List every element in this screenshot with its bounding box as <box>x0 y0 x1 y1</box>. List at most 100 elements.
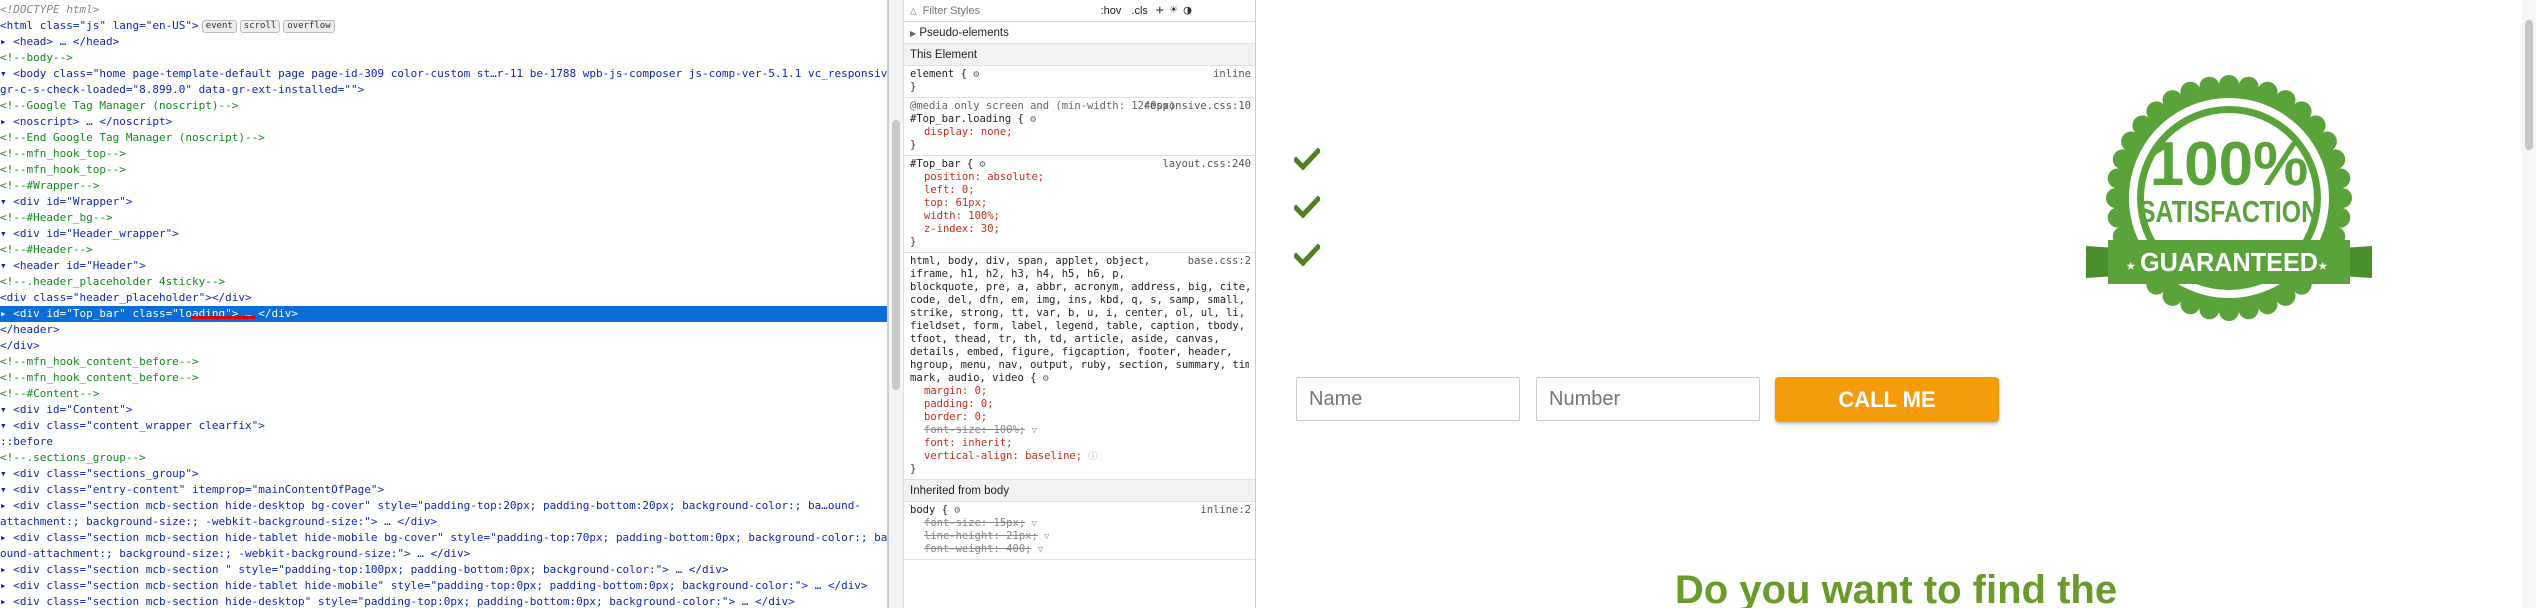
dom-line[interactable]: ▸ <div class="section mcb-section hide-d… <box>0 594 887 608</box>
declaration[interactable]: display: none; <box>910 126 1249 139</box>
dom-line-doctype[interactable]: <!DOCTYPE html> <box>0 2 887 18</box>
dom-line[interactable]: ▸ <div class="section mcb-section " styl… <box>0 562 887 578</box>
declaration[interactable]: width: 100%; <box>910 210 1249 223</box>
declaration[interactable]: font: inherit; <box>910 437 1249 450</box>
declaration[interactable]: left: 0; <box>910 184 1249 197</box>
gear-icon[interactable]: ⚙ <box>980 159 986 170</box>
dom-line[interactable]: <div class="header_placeholder"></div> <box>0 290 887 306</box>
pseudo-elements-header[interactable]: ▶ Pseudo-elements <box>904 22 1255 44</box>
rule-close: } <box>910 463 917 475</box>
light-mode-icon[interactable]: ☀ <box>1170 3 1178 18</box>
overridden-declaration[interactable]: font-size: 15px; <box>924 517 1025 529</box>
dom-line[interactable]: ▾ <div class="sections_group"> <box>0 466 887 482</box>
dom-line[interactable]: <!--#Header--> <box>0 242 887 258</box>
overridden-declaration[interactable]: font-weight: 400; <box>924 543 1031 555</box>
number-input[interactable] <box>1536 377 1760 421</box>
dom-line[interactable]: ▸ <div class="section mcb-section hide-t… <box>0 578 887 594</box>
declaration[interactable]: border: 0; <box>910 411 1249 424</box>
gear-icon[interactable]: ⚙ <box>973 69 979 80</box>
dom-line[interactable]: <!--mfn_hook_top--> <box>0 146 887 162</box>
dom-line[interactable]: ▾ <div id="Header_wrapper"> <box>0 226 887 242</box>
web-page-viewport: 100% SATISFACTION GUARANTEED ★ ★ CALL ME… <box>1256 0 2536 608</box>
declaration[interactable]: margin: 0; <box>910 385 1249 398</box>
declaration[interactable]: padding: 0; <box>910 398 1249 411</box>
dom-line[interactable]: <!--#Content--> <box>0 386 887 402</box>
dom-line[interactable]: <!--#Wrapper--> <box>0 178 887 194</box>
dom-line[interactable]: attachment:; background-size:; -webkit-b… <box>0 514 887 530</box>
this-element-label: This Element <box>910 49 978 61</box>
rule-selector-line: code, del, dfn, em, img, ins, kbd, q, s,… <box>910 294 1246 306</box>
declaration[interactable]: vertical-align: baseline; <box>924 450 1082 462</box>
dom-text: ▾ <div id="Header_wrapper"> <box>0 227 179 240</box>
rule-body-inline[interactable]: inline:2 body { ⚙ font-size: 15px; ▽ lin… <box>904 502 1255 560</box>
rule-source[interactable]: inline <box>1213 68 1251 80</box>
rule-base-reset[interactable]: base.css:2 html, body, div, span, applet… <box>904 253 1255 480</box>
filter-styles-input[interactable] <box>922 4 1093 17</box>
overflow-badge[interactable]: overflow <box>283 19 335 33</box>
gear-icon[interactable]: ⚙ <box>954 505 960 516</box>
dom-line[interactable]: <!--Google Tag Manager (noscript)--> <box>0 98 887 114</box>
dom-line[interactable]: <!--.sections_group--> <box>0 450 887 466</box>
dom-text: <!--Google Tag Manager (noscript)--> <box>0 99 239 112</box>
dom-line[interactable]: </div> <box>0 338 887 354</box>
add-rule-button[interactable]: + <box>1156 3 1164 18</box>
dom-line[interactable]: gr-c-s-check-loaded="8.899.0" data-gr-ex… <box>0 82 887 98</box>
dom-line[interactable]: ▸ <div class="section mcb-section hide-t… <box>0 530 888 546</box>
dom-text: <!--.sections_group--> <box>0 451 146 464</box>
dom-line[interactable]: ▾ <div id="Wrapper"> <box>0 194 887 210</box>
dom-line[interactable]: <!--.header_placeholder 4sticky--> <box>0 274 887 290</box>
event-badge[interactable]: event <box>201 19 237 33</box>
filter-icon[interactable]: ▽ <box>1031 426 1036 436</box>
dom-line[interactable]: ound-attachment:; background-size:; -web… <box>0 546 887 562</box>
dom-line-selected-top-bar[interactable]: ▸ <div id="Top_bar" class="loading"> … <… <box>0 306 887 322</box>
call-me-button[interactable]: CALL ME <box>1775 377 1999 422</box>
rule-source[interactable]: inline:2 <box>1200 504 1251 516</box>
page-scroll-thumb[interactable] <box>2525 20 2533 150</box>
splitter-scroll-thumb[interactable] <box>892 120 900 390</box>
scroll-badge[interactable]: scroll <box>239 19 281 33</box>
dom-line[interactable]: ▸ <div class="section mcb-section hide-d… <box>0 498 887 514</box>
dom-tree-panel[interactable]: <!DOCTYPE html> <html class="js" lang="e… <box>0 0 888 608</box>
page-scrollbar[interactable] <box>2522 0 2536 608</box>
rule-close: } <box>910 81 917 93</box>
declaration[interactable]: z-index: 30; <box>910 223 1249 236</box>
dom-line[interactable]: ▾ <div class="content_wrapper clearfix"> <box>0 418 887 434</box>
dom-line[interactable]: </header> <box>0 322 887 338</box>
rule-top-bar-loading[interactable]: responsive.css:10 @media only screen and… <box>904 98 1255 156</box>
dom-line[interactable]: <!--body--> <box>0 50 887 66</box>
dom-line[interactable]: <!--End Google Tag Manager (noscript)--> <box>0 130 887 146</box>
filter-icon[interactable]: ▽ <box>1038 545 1043 555</box>
dom-line[interactable]: <!--#Header_bg--> <box>0 210 887 226</box>
name-input[interactable] <box>1296 377 1520 421</box>
dom-line-html[interactable]: <html class="js" lang="en-US"> event scrol… <box>0 18 887 34</box>
dom-line[interactable]: <!--mfn_hook_top--> <box>0 162 887 178</box>
rule-top-bar[interactable]: layout.css:240 #Top_bar { ⚙ position: ab… <box>904 156 1255 253</box>
declaration[interactable]: position: absolute; <box>910 171 1249 184</box>
dom-line[interactable]: ▾ <div class="entry-content" itemprop="m… <box>0 482 887 498</box>
filter-icon[interactable]: ▽ <box>1031 519 1036 529</box>
dom-line[interactable]: ▸ <head> … </head> <box>0 34 887 50</box>
rule-source[interactable]: layout.css:240 <box>1162 158 1251 170</box>
filter-icon[interactable]: ▽ <box>1044 532 1049 542</box>
dom-line[interactable]: <!--mfn_hook_content_before--> <box>0 354 887 370</box>
rule-element[interactable]: inline element { ⚙ } <box>904 66 1255 98</box>
hov-button[interactable]: :hov <box>1099 5 1124 17</box>
panel-splitter[interactable] <box>888 0 904 608</box>
rule-source[interactable]: responsive.css:10 <box>1144 100 1251 112</box>
rule-source[interactable]: base.css:2 <box>1188 255 1251 267</box>
overridden-declaration[interactable]: line-height: 21px; <box>924 530 1038 542</box>
dark-mode-icon[interactable]: ◑ <box>1184 3 1192 18</box>
dom-line[interactable]: ▾ <header id="Header"> <box>0 258 887 274</box>
declaration[interactable]: top: 61px; <box>910 197 1249 210</box>
dom-text: ▸ <div class="section mcb-section hide-t… <box>0 531 888 544</box>
dom-line-body[interactable]: ▾ <body class="home page-template-defaul… <box>0 66 887 82</box>
cls-button[interactable]: .cls <box>1129 5 1150 17</box>
gear-icon[interactable]: ⚙ <box>1043 373 1049 384</box>
info-icon[interactable]: ⓘ <box>1088 452 1097 462</box>
dom-line[interactable]: ::before <box>0 434 887 450</box>
dom-line[interactable]: ▸ <noscript> … </noscript> <box>0 114 887 130</box>
gear-icon[interactable]: ⚙ <box>1030 114 1036 125</box>
dom-line[interactable]: <!--mfn_hook_content_before--> <box>0 370 887 386</box>
overridden-declaration[interactable]: font-size: 100%; <box>924 424 1025 436</box>
dom-line[interactable]: ▾ <div id="Content"> <box>0 402 887 418</box>
